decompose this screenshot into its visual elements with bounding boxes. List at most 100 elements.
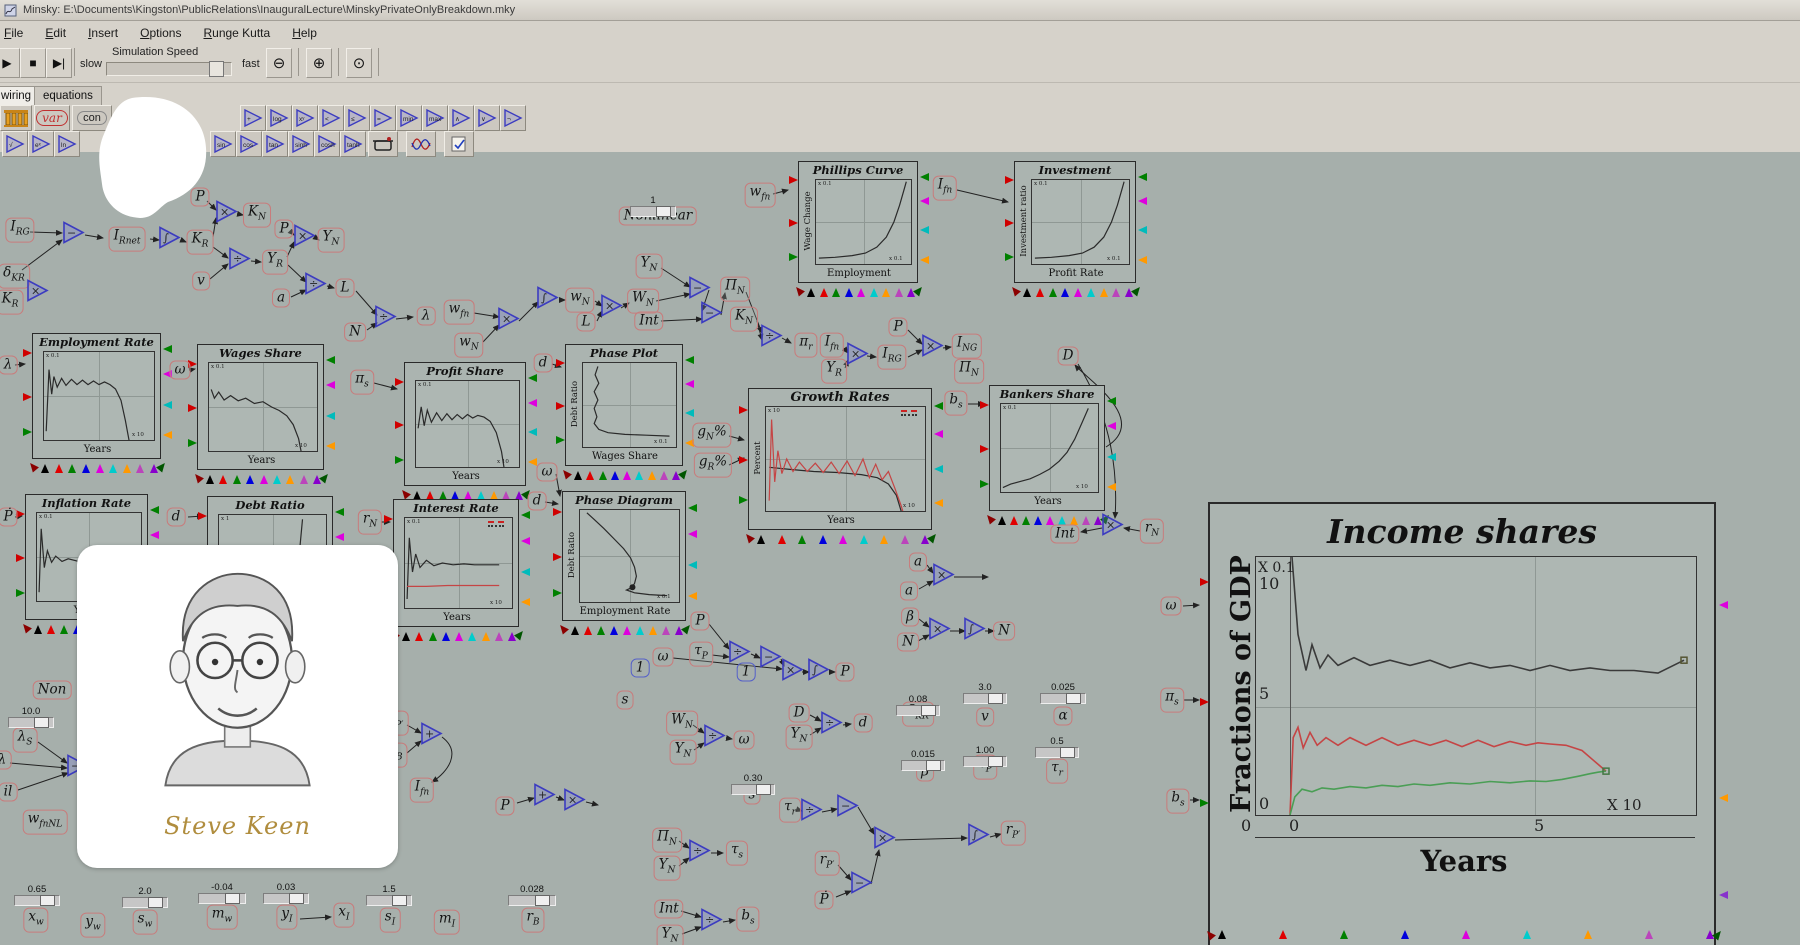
- plot-interest-rate[interactable]: Interest Ratex 0.1x 10Years: [393, 499, 519, 627]
- var-rB[interactable]: rB: [521, 908, 544, 933]
- plot-investment-function[interactable]: Investment Functionx 0.1x 0.1Investment …: [1014, 161, 1136, 283]
- var-mI[interactable]: mI: [434, 910, 460, 935]
- var-wN[interactable]: wN: [454, 333, 483, 358]
- slider-1.00[interactable]: 1.00: [963, 745, 1007, 767]
- op-palette-<[interactable]: <: [318, 105, 344, 131]
- op-multiply[interactable]: ×: [26, 279, 50, 308]
- op-integrate[interactable]: ∫: [963, 617, 987, 646]
- slider-track[interactable]: [630, 206, 676, 217]
- op-palette-max[interactable]: max: [422, 105, 448, 131]
- slider-track[interactable]: [1040, 693, 1086, 704]
- op-integrate[interactable]: ∫: [536, 286, 560, 315]
- var-Int[interactable]: Int: [1050, 525, 1079, 544]
- op-multiply[interactable]: ×: [293, 224, 317, 253]
- slider-1[interactable]: 1: [630, 195, 676, 217]
- var-xw[interactable]: xw: [23, 908, 48, 933]
- var-[interactable]: ω: [1160, 597, 1181, 616]
- var-gR[interactable]: gR%: [694, 453, 732, 478]
- op-palette-¬[interactable]: ¬: [500, 105, 526, 131]
- var-P[interactable]: P: [495, 797, 514, 816]
- var-bs[interactable]: bs: [1166, 789, 1189, 814]
- var-wN[interactable]: wN: [565, 288, 594, 313]
- op-divide[interactable]: ÷: [800, 798, 824, 827]
- op-divide[interactable]: ÷: [760, 324, 784, 353]
- var-IRG[interactable]: IRG: [877, 345, 906, 370]
- var-P[interactable]: P: [888, 318, 907, 337]
- var-rP′[interactable]: rP′: [1001, 821, 1026, 846]
- plot-phillips-curve[interactable]: Phillips Curvex 0.1x 0.1Wage ChangeEmplo…: [798, 161, 918, 283]
- var-[interactable]: Ṗ: [814, 891, 833, 910]
- var-Ifn[interactable]: Ifn: [933, 176, 957, 201]
- var-r[interactable]: τr: [1046, 759, 1068, 784]
- op-divide[interactable]: ÷: [820, 711, 844, 740]
- var-YN[interactable]: YN: [657, 925, 684, 945]
- op-divide[interactable]: ÷: [703, 724, 727, 753]
- var-Int[interactable]: Int: [654, 900, 683, 919]
- var-yI[interactable]: yI: [276, 905, 297, 930]
- slider-handle[interactable]: [988, 756, 1003, 767]
- var-bs[interactable]: bs: [736, 907, 759, 932]
- slider-track[interactable]: [366, 895, 412, 906]
- slider-track[interactable]: [901, 760, 945, 771]
- var-L[interactable]: L: [577, 313, 596, 332]
- op-palette-tanh[interactable]: tanh: [340, 131, 366, 157]
- var-YN[interactable]: YN: [654, 856, 681, 881]
- var-Ifn[interactable]: Ifn: [820, 333, 844, 358]
- var-P[interactable]: τP: [689, 642, 713, 667]
- var-mw[interactable]: mw: [207, 905, 238, 930]
- op-divide[interactable]: ÷: [228, 247, 252, 276]
- var-YR[interactable]: YR: [821, 359, 847, 384]
- op-add[interactable]: +: [533, 783, 557, 812]
- var-L[interactable]: L: [336, 279, 355, 298]
- var-[interactable]: β: [901, 608, 919, 627]
- var-[interactable]: λ: [0, 356, 17, 375]
- slider-track[interactable]: [1035, 747, 1079, 758]
- var-N[interactable]: ΠN: [652, 828, 682, 853]
- var-button[interactable]: var: [34, 105, 70, 131]
- op-divide[interactable]: ÷: [374, 305, 398, 334]
- menu-item-edit[interactable]: Edit: [43, 24, 68, 42]
- op-multiply[interactable]: ×: [928, 617, 952, 646]
- var-KN[interactable]: KN: [243, 203, 271, 228]
- note-icon-button[interactable]: [444, 131, 474, 157]
- slider-handle[interactable]: [756, 784, 771, 795]
- var-il[interactable]: il: [0, 783, 17, 802]
- op-palette-log[interactable]: log: [266, 105, 292, 131]
- slider-handle[interactable]: [926, 760, 941, 771]
- op-multiply[interactable]: ×: [846, 342, 870, 371]
- op-divide[interactable]: ÷: [304, 272, 328, 301]
- var-yw[interactable]: yw: [80, 913, 105, 938]
- op-divide[interactable]: ÷: [728, 640, 752, 669]
- slider-track[interactable]: [122, 897, 168, 908]
- var-Non[interactable]: Non: [33, 681, 72, 700]
- var-d[interactable]: d: [854, 714, 873, 733]
- var-[interactable]: λ: [0, 751, 11, 770]
- zoom-in-button[interactable]: ⊕: [306, 48, 332, 78]
- var-v[interactable]: v: [192, 272, 210, 291]
- op-multiply[interactable]: ×: [600, 294, 624, 323]
- op-multiply[interactable]: ×: [563, 788, 587, 817]
- var-s[interactable]: τs: [726, 841, 748, 866]
- speed-slider-handle[interactable]: [209, 61, 224, 77]
- op-palette-+[interactable]: +: [240, 105, 266, 131]
- op-multiply[interactable]: ×: [873, 826, 897, 855]
- var-D[interactable]: D: [1058, 347, 1079, 366]
- slider-0.028[interactable]: 0.028: [508, 884, 556, 906]
- run-button[interactable]: ▶: [0, 48, 20, 78]
- var-wfn[interactable]: wfn: [745, 183, 776, 208]
- var-sI[interactable]: sI: [380, 908, 401, 933]
- var-Ifn[interactable]: Ifn: [410, 778, 434, 803]
- plot-employment-rate[interactable]: Employment Ratex 0.1x 10Years: [32, 333, 161, 459]
- var-YN[interactable]: YN: [318, 228, 345, 253]
- op-subtract[interactable]: −: [700, 301, 724, 330]
- var-bs[interactable]: bs: [944, 391, 967, 416]
- var-r[interactable]: τr: [779, 798, 801, 823]
- var-N[interactable]: ΠN: [954, 359, 984, 384]
- op-divide[interactable]: ÷: [700, 908, 724, 937]
- op-palette-∨[interactable]: ∨: [474, 105, 500, 131]
- slider-handle[interactable]: [289, 893, 304, 904]
- var-rN[interactable]: rN: [1140, 519, 1164, 544]
- var-rP′[interactable]: rP′: [815, 851, 840, 876]
- var-[interactable]: ω: [169, 361, 190, 380]
- var-Int[interactable]: Int: [634, 312, 663, 331]
